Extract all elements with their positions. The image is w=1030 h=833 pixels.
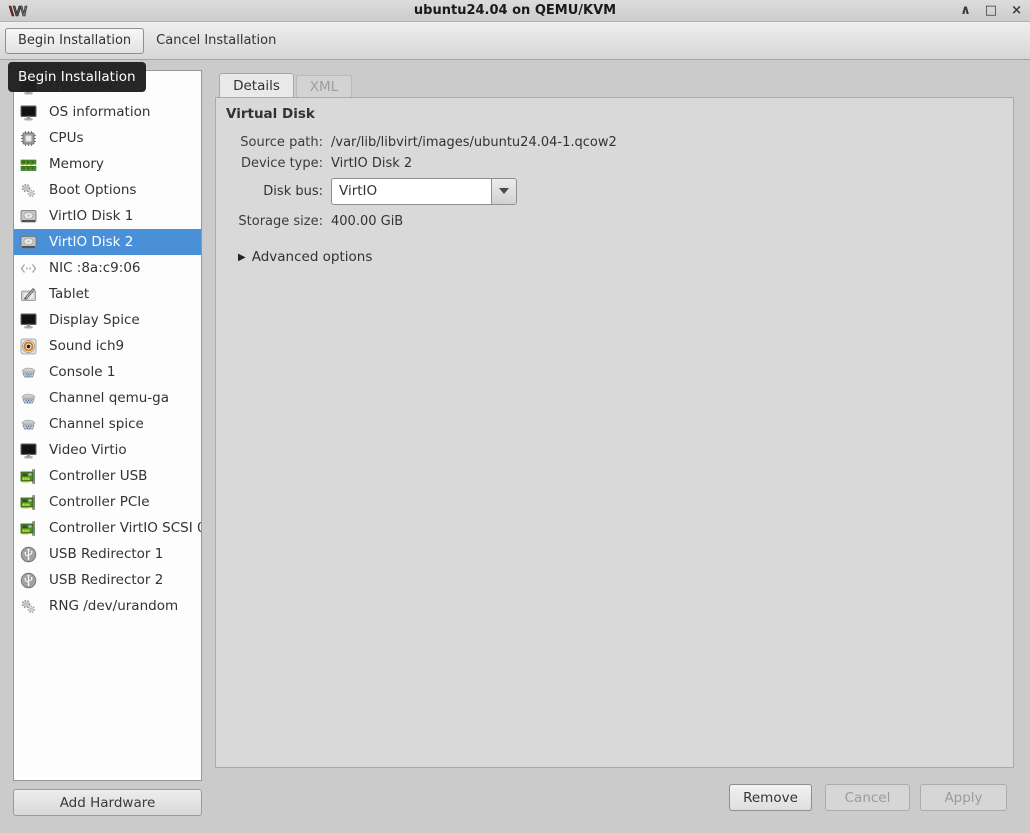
sidebar-item-boot-options[interactable]: Boot Options (14, 177, 201, 203)
disk-bus-value[interactable]: VirtIO (331, 178, 491, 205)
gears-icon (20, 598, 37, 615)
device-type-row: Device type: VirtIO Disk 2 (226, 153, 1003, 174)
sidebar-item-label: Display Spice (49, 312, 140, 328)
pci-card-icon (20, 468, 37, 485)
sidebar-item-label: Controller USB (49, 468, 147, 484)
hardware-list: OverviewOS informationCPUsMemoryBoot Opt… (13, 70, 202, 781)
disk-bus-dropdown-button[interactable] (491, 178, 517, 205)
sidebar-item-label: Memory (49, 156, 104, 172)
monitor-icon (20, 442, 37, 459)
minimize-icon[interactable]: ∧ (960, 0, 971, 22)
sidebar-item-tablet[interactable]: Tablet (14, 281, 201, 307)
disk-bus-label: Disk bus: (226, 184, 323, 199)
sidebar-item-label: CPUs (49, 130, 83, 146)
sidebar-item-nic-8a-c9-06[interactable]: NIC :8a:c9:06 (14, 255, 201, 281)
cancel-installation-button[interactable]: Cancel Installation (156, 33, 276, 48)
begin-installation-button[interactable]: Begin Installation (5, 28, 144, 54)
tab-xml[interactable]: XML (296, 75, 352, 97)
sidebar-item-console-1[interactable]: Console 1 (14, 359, 201, 385)
disk-icon (20, 234, 37, 251)
sidebar-item-label: USB Redirector 2 (49, 572, 163, 588)
sidebar-item-virtio-disk-2[interactable]: VirtIO Disk 2 (14, 229, 201, 255)
sidebar-item-label: VirtIO Disk 1 (49, 208, 133, 224)
device-type-label: Device type: (226, 156, 323, 171)
sidebar-item-label: Video Virtio (49, 442, 127, 458)
serial-icon (20, 390, 37, 407)
disk-icon (20, 208, 37, 225)
close-icon[interactable]: × (1011, 0, 1022, 22)
sidebar-item-usb-redirector-2[interactable]: USB Redirector 2 (14, 567, 201, 593)
remove-button[interactable]: Remove (729, 784, 812, 811)
titlebar: ubuntu24.04 on QEMU/KVM ∧ □ × (0, 0, 1030, 22)
maximize-icon[interactable]: □ (985, 0, 997, 22)
sidebar-item-label: Boot Options (49, 182, 136, 198)
advanced-options-expander[interactable]: ▶ Advanced options (238, 249, 1003, 265)
begin-installation-tooltip: Begin Installation (8, 62, 146, 92)
monitor-icon (20, 312, 37, 329)
sidebar-item-label: Tablet (49, 286, 89, 302)
usb-icon (20, 546, 37, 563)
sidebar-item-controller-virtio-scsi-0[interactable]: Controller VirtIO SCSI 0 (14, 515, 201, 541)
storage-size-row: Storage size: 400.00 GiB (226, 208, 1003, 235)
sidebar-item-label: Sound ich9 (49, 338, 124, 354)
sidebar-item-label: Console 1 (49, 364, 115, 380)
advanced-options-label: Advanced options (252, 249, 373, 265)
sidebar-item-display-spice[interactable]: Display Spice (14, 307, 201, 333)
sidebar-item-usb-redirector-1[interactable]: USB Redirector 1 (14, 541, 201, 567)
sidebar-item-os-information[interactable]: OS information (14, 99, 201, 125)
expander-arrow-icon: ▶ (238, 252, 246, 263)
storage-size-value: 400.00 GiB (331, 214, 403, 229)
serial-icon (20, 364, 37, 381)
sidebar-item-label: Controller PCIe (49, 494, 150, 510)
sidebar-item-channel-spice[interactable]: Channel spice (14, 411, 201, 437)
source-path-row: Source path: /var/lib/libvirt/images/ubu… (226, 132, 1003, 153)
cpu-icon (20, 130, 37, 147)
source-path-label: Source path: (226, 135, 323, 150)
sidebar-item-cpus[interactable]: CPUs (14, 125, 201, 151)
sidebar-item-channel-qemu-ga[interactable]: Channel qemu-ga (14, 385, 201, 411)
disk-bus-combo[interactable]: VirtIO (331, 178, 517, 205)
add-hardware-button[interactable]: Add Hardware (13, 789, 202, 816)
gears-icon (20, 182, 37, 199)
pci-card-icon (20, 494, 37, 511)
sidebar-item-memory[interactable]: Memory (14, 151, 201, 177)
device-type-value: VirtIO Disk 2 (331, 156, 412, 171)
network-icon (20, 260, 37, 277)
chevron-down-icon (499, 188, 509, 194)
sidebar-item-label: OS information (49, 104, 150, 120)
sidebar-item-label: NIC :8a:c9:06 (49, 260, 141, 276)
tab-details[interactable]: Details (219, 73, 294, 97)
sidebar-item-rng-dev-urandom[interactable]: RNG /dev/urandom (14, 593, 201, 619)
sidebar-item-sound-ich9[interactable]: Sound ich9 (14, 333, 201, 359)
window-title: ubuntu24.04 on QEMU/KVM (0, 3, 1030, 18)
sidebar-item-label: RNG /dev/urandom (49, 598, 178, 614)
sidebar-item-virtio-disk-1[interactable]: VirtIO Disk 1 (14, 203, 201, 229)
usb-icon (20, 572, 37, 589)
sidebar-item-controller-pcie[interactable]: Controller PCIe (14, 489, 201, 515)
memory-icon (20, 156, 37, 173)
sidebar-item-label: Controller VirtIO SCSI 0 (49, 520, 202, 536)
pci-card-icon (20, 520, 37, 537)
sidebar-item-label: Channel spice (49, 416, 144, 432)
toolbar: Begin Installation Cancel Installation (0, 22, 1030, 60)
cancel-button[interactable]: Cancel (825, 784, 910, 811)
tablet-icon (20, 286, 37, 303)
sidebar-item-controller-usb[interactable]: Controller USB (14, 463, 201, 489)
monitor-icon (20, 104, 37, 121)
speaker-icon (20, 338, 37, 355)
apply-button[interactable]: Apply (920, 784, 1007, 811)
serial-icon (20, 416, 37, 433)
sidebar-item-label: USB Redirector 1 (49, 546, 163, 562)
disk-bus-row: Disk bus: VirtIO (226, 174, 1003, 208)
sidebar-item-label: VirtIO Disk 2 (49, 234, 133, 250)
sidebar-item-video-virtio[interactable]: Video Virtio (14, 437, 201, 463)
details-page: Virtual Disk Source path: /var/lib/libvi… (215, 97, 1014, 768)
source-path-value: /var/lib/libvirt/images/ubuntu24.04-1.qc… (331, 135, 617, 150)
storage-size-label: Storage size: (226, 214, 323, 229)
page-title: Virtual Disk (226, 106, 1003, 124)
sidebar-item-label: Channel qemu-ga (49, 390, 169, 406)
